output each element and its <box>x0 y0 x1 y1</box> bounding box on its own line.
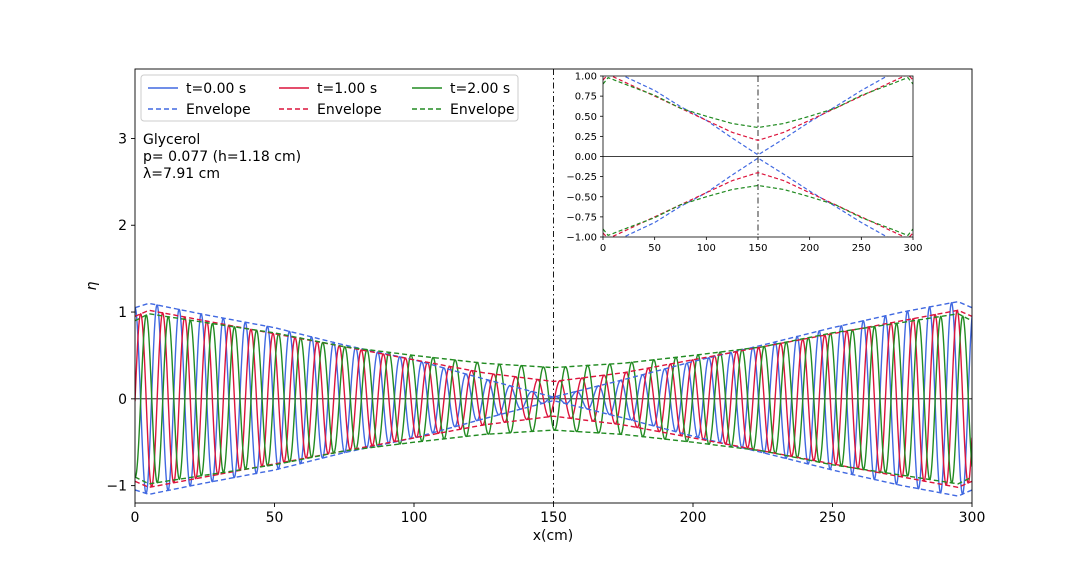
inset-y-tick-label: −0.25 <box>566 172 597 183</box>
legend-envelope-label-1: Envelope <box>186 102 251 118</box>
legend-label-2: t=1.00 s <box>317 81 377 97</box>
main-y-ticks: −1 0 1 2 3 <box>106 131 135 495</box>
legend-label-3: t=2.00 s <box>450 81 510 97</box>
x-tick-label: 150 <box>540 510 567 526</box>
legend-label-1: t=0.00 s <box>186 81 246 97</box>
inset-y-tick-label: 0.75 <box>575 92 597 103</box>
inset-y-tick-label: 0.25 <box>575 132 597 143</box>
x-tick-label: 250 <box>819 510 846 526</box>
inset-x-tick-label: 250 <box>852 243 871 254</box>
legend: t=0.00 s Envelope t=1.00 s Envelope t=2.00 s… <box>140 74 519 122</box>
x-tick-label: 200 <box>680 510 707 526</box>
inset-y-tick-label: 0.00 <box>575 152 597 163</box>
x-tick-label: 0 <box>131 510 140 526</box>
x-axis-label: x(cm) <box>533 528 574 544</box>
main-x-ticks: 0 50 100 150 200 250 300 <box>131 503 986 526</box>
y-axis-label: η <box>84 281 100 290</box>
x-tick-label: 300 <box>959 510 986 526</box>
inset-y-tick-label: −0.50 <box>566 192 597 203</box>
inset-plot: 0 50 100 150 200 250 300 −1.00 −0.75 −0.50 −0.25 0… <box>566 72 922 255</box>
annotation-line-1: Glycerol <box>143 132 200 148</box>
chart-figure: 0 50 100 150 200 250 300 −10123 x(cm) η Glycer… <box>84 68 986 544</box>
inset-x-tick-label: 0 <box>600 243 606 254</box>
inset-y-tick-label: 0.50 <box>575 112 597 123</box>
inset-x-tick-label: 200 <box>800 243 819 254</box>
x-tick-label: 50 <box>266 510 284 526</box>
y-tick-label: 2 <box>118 218 127 234</box>
inset-x-tick-label: 50 <box>648 243 661 254</box>
y-tick-label: 1 <box>118 305 127 321</box>
x-tick-label: 100 <box>401 510 428 526</box>
inset-x-tick-label: 150 <box>748 243 767 254</box>
inset-x-tick-label: 300 <box>903 243 922 254</box>
inset-y-tick-label: −1.00 <box>566 233 597 244</box>
inset-x-tick-label: 100 <box>697 243 716 254</box>
inset-y-tick-label: −0.75 <box>566 212 597 223</box>
annotation-line-3: λ=7.91 cm <box>143 166 220 182</box>
annotation-line-2: p= 0.077 (h=1.18 cm) <box>143 149 301 165</box>
y-tick-label: −1 <box>106 479 127 495</box>
y-tick-label: 3 <box>118 131 127 147</box>
legend-envelope-label-2: Envelope <box>317 102 382 118</box>
inset-y-tick-label: 1.00 <box>575 72 597 83</box>
y-tick-label: 0 <box>118 392 127 408</box>
legend-envelope-label-3: Envelope <box>450 102 515 118</box>
